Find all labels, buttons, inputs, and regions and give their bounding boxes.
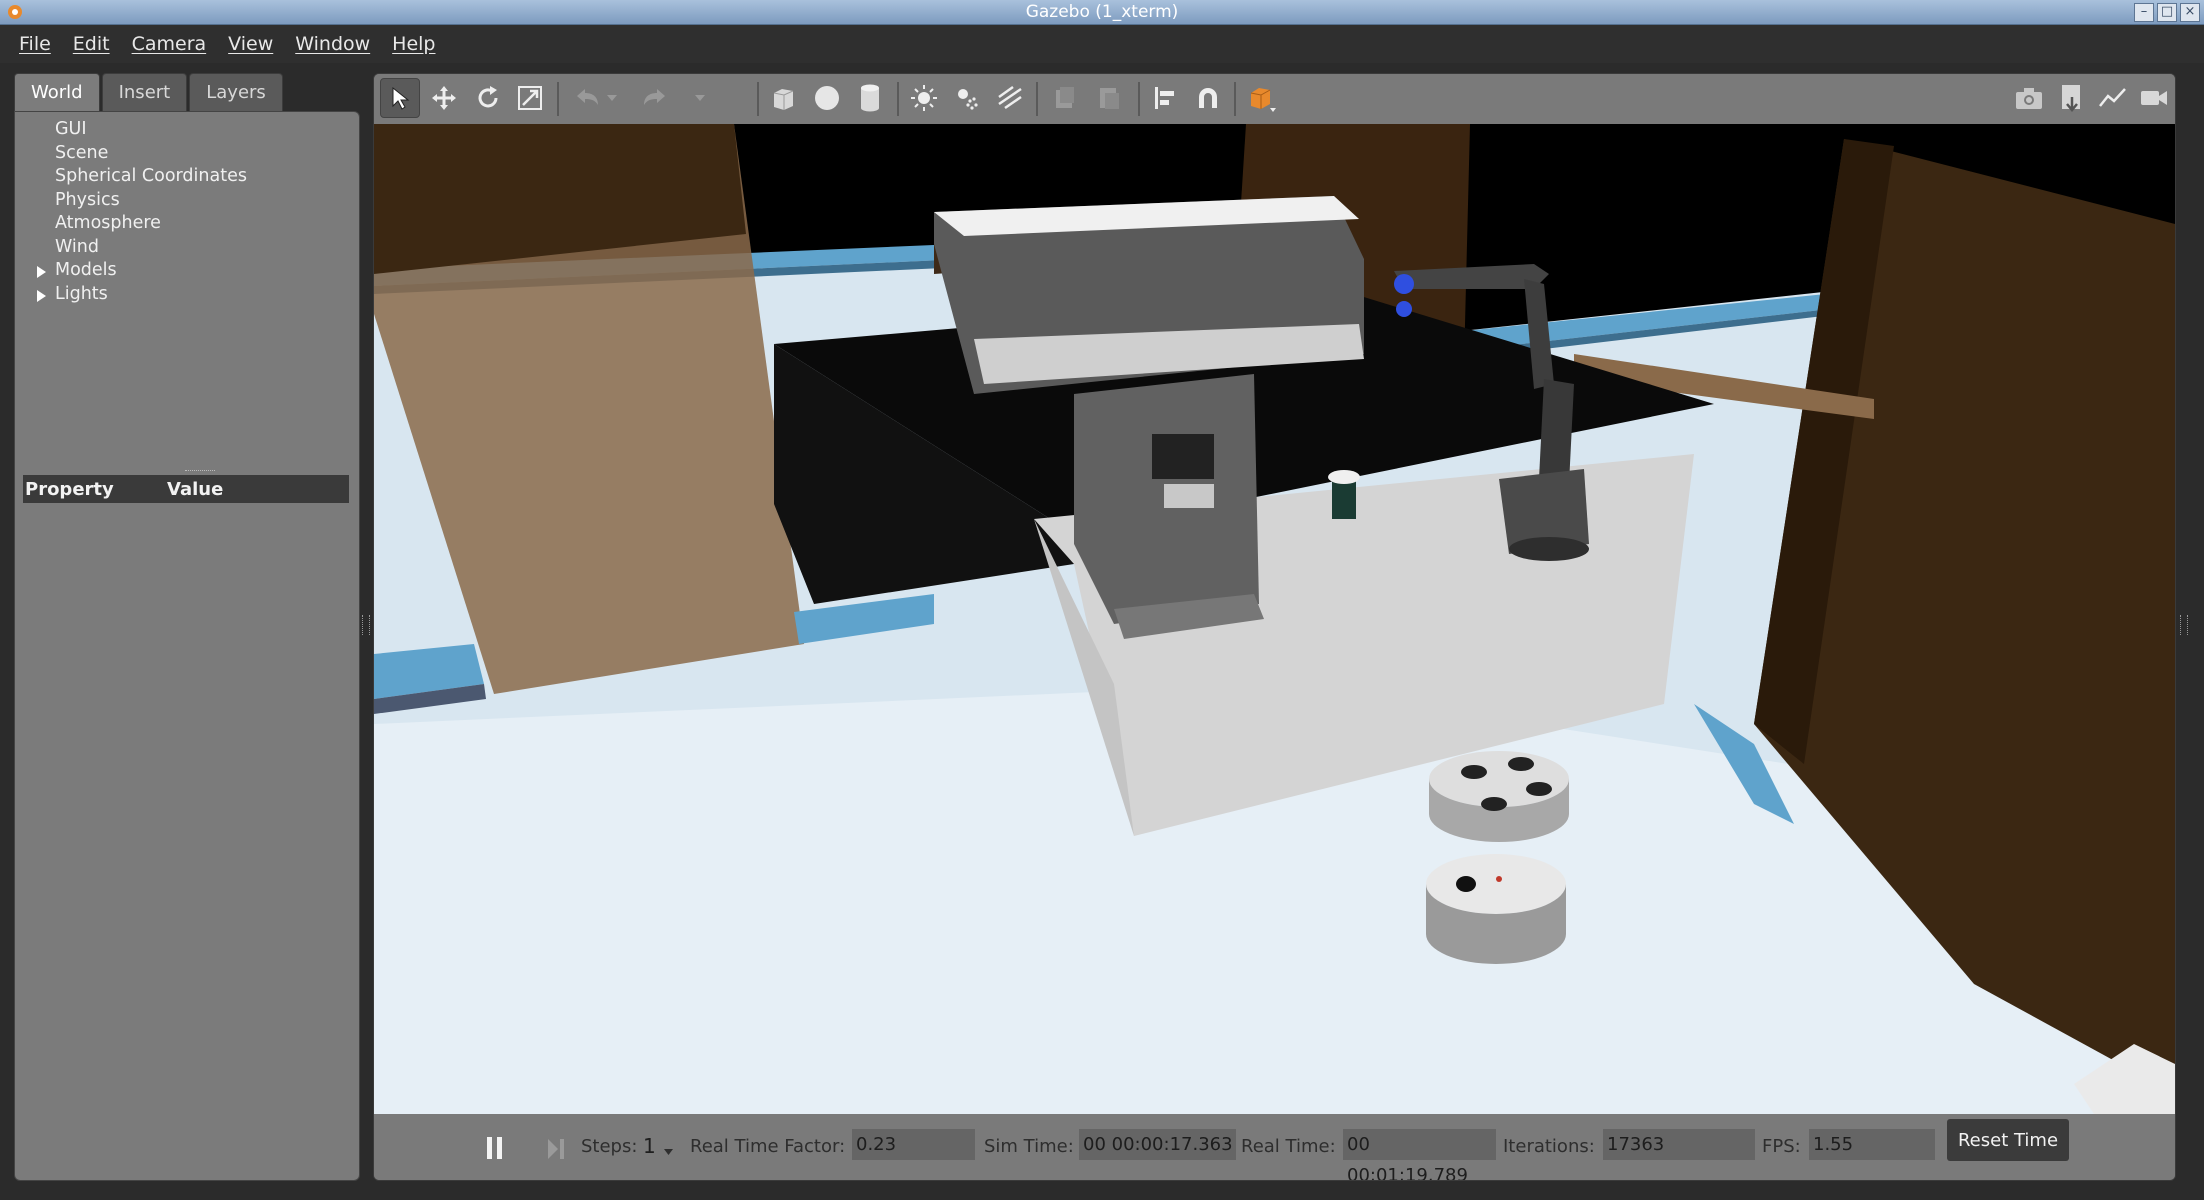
point-light-icon[interactable] bbox=[904, 78, 944, 118]
minimize-button[interactable]: – bbox=[2134, 3, 2154, 22]
right-panel-resize-handle[interactable] bbox=[2180, 615, 2188, 635]
real-time-label: Real Time: bbox=[1241, 1136, 1336, 1157]
steps-label: Steps: bbox=[581, 1136, 638, 1157]
tree-item-label: Atmosphere bbox=[55, 213, 161, 233]
simulation-status-bar: Steps: 1 Real Time Factor: 0.23 Sim Time… bbox=[374, 1114, 2175, 1180]
menu-file[interactable]: File bbox=[19, 33, 51, 55]
close-button[interactable]: × bbox=[2180, 3, 2200, 22]
log-icon[interactable] bbox=[2052, 78, 2092, 118]
toolbar-separator bbox=[1138, 82, 1140, 116]
tree-item-lights[interactable]: Lights bbox=[15, 283, 361, 307]
tree-item-spherical-coordinates[interactable]: Spherical Coordinates bbox=[15, 165, 361, 189]
value-column-header: Value bbox=[167, 478, 224, 500]
maximize-button[interactable]: □ bbox=[2157, 3, 2177, 22]
menubar: File Edit Camera View Window Help bbox=[0, 25, 2204, 63]
3d-scene[interactable] bbox=[374, 124, 2175, 1114]
steps-value[interactable]: 1 bbox=[643, 1134, 656, 1158]
menu-edit[interactable]: Edit bbox=[73, 33, 110, 55]
fps-label: FPS: bbox=[1762, 1136, 1801, 1157]
copy-icon[interactable] bbox=[1045, 78, 1085, 118]
window-title: Gazebo (1_xterm) bbox=[1025, 2, 1179, 22]
render-viewport: Steps: 1 Real Time Factor: 0.23 Sim Time… bbox=[373, 73, 2176, 1181]
tree-item-physics[interactable]: Physics bbox=[15, 189, 361, 213]
tree-item-label: Lights bbox=[55, 283, 108, 304]
steps-dropdown-icon[interactable] bbox=[664, 1149, 673, 1155]
translate-icon[interactable] bbox=[424, 78, 464, 118]
tab-insert[interactable]: Insert bbox=[101, 73, 188, 111]
toolbar-separator bbox=[897, 82, 899, 116]
step-button[interactable] bbox=[546, 1137, 566, 1161]
expand-arrow-icon[interactable] bbox=[37, 289, 46, 302]
window-titlebar: Gazebo (1_xterm) – □ × bbox=[0, 0, 2204, 25]
tree-item-models[interactable]: Models bbox=[15, 259, 361, 283]
iterations-label: Iterations: bbox=[1503, 1136, 1595, 1157]
real-time-factor-label: Real Time Factor: bbox=[690, 1136, 846, 1157]
fps-field: 1.55 bbox=[1809, 1129, 1935, 1160]
tree-item-wind[interactable]: Wind bbox=[15, 236, 361, 260]
cylinder-icon[interactable] bbox=[850, 78, 890, 118]
toolbar-separator bbox=[1036, 82, 1038, 116]
scale-icon[interactable] bbox=[510, 78, 550, 118]
tab-world[interactable]: World bbox=[14, 73, 100, 111]
tree-item-atmosphere[interactable]: Atmosphere bbox=[15, 212, 361, 236]
tree-item-label: Wind bbox=[55, 236, 99, 257]
world-tree: GUI Scene Spherical Coordinates Physics … bbox=[15, 118, 361, 306]
sim-time-label: Sim Time: bbox=[984, 1136, 1074, 1157]
snap-magnet-icon[interactable] bbox=[1188, 78, 1228, 118]
select-arrow-icon[interactable] bbox=[380, 78, 420, 118]
menu-camera[interactable]: Camera bbox=[132, 33, 207, 55]
left-panel-tabs: World Insert Layers bbox=[14, 73, 360, 111]
menu-view[interactable]: View bbox=[228, 33, 273, 55]
toolbar-separator bbox=[1234, 82, 1236, 116]
toolbar bbox=[374, 74, 2175, 124]
tree-item-label: Spherical Coordinates bbox=[55, 166, 247, 186]
property-column-header: Property bbox=[25, 478, 114, 500]
tree-item-label: Scene bbox=[55, 142, 109, 163]
toolbar-separator bbox=[557, 82, 559, 116]
tree-item-label: Physics bbox=[55, 189, 120, 210]
real-time-factor-field: 0.23 bbox=[852, 1129, 975, 1160]
rotate-icon[interactable] bbox=[468, 78, 508, 118]
toolbar-separator bbox=[757, 82, 759, 116]
left-panel: World Insert Layers GUI Scene Spherical … bbox=[14, 73, 360, 1181]
reset-time-button[interactable]: Reset Time bbox=[1947, 1119, 2069, 1161]
menu-window[interactable]: Window bbox=[295, 33, 370, 55]
redo-dropdown-icon[interactable] bbox=[690, 78, 710, 118]
iterations-field: 17363 bbox=[1603, 1129, 1755, 1160]
pause-button[interactable] bbox=[487, 1137, 502, 1159]
directional-light-icon[interactable] bbox=[990, 78, 1030, 118]
sphere-icon[interactable] bbox=[807, 78, 847, 118]
expand-arrow-icon[interactable] bbox=[37, 266, 46, 278]
spot-light-icon[interactable] bbox=[947, 78, 987, 118]
view-angle-icon[interactable] bbox=[1242, 78, 1282, 118]
tree-item-gui[interactable]: GUI bbox=[15, 118, 361, 142]
align-icon[interactable] bbox=[1145, 78, 1185, 118]
tree-item-scene[interactable]: Scene bbox=[15, 142, 361, 166]
world-panel: GUI Scene Spherical Coordinates Physics … bbox=[14, 111, 360, 1181]
redo-icon[interactable] bbox=[636, 78, 676, 118]
tab-layers[interactable]: Layers bbox=[189, 73, 283, 111]
property-table-header: Property Value bbox=[23, 475, 349, 503]
real-time-field: 00 00:01:19.789 bbox=[1343, 1129, 1496, 1180]
menu-help[interactable]: Help bbox=[392, 33, 435, 55]
tree-item-label: Models bbox=[55, 260, 117, 280]
undo-icon[interactable] bbox=[566, 78, 606, 118]
record-video-icon[interactable] bbox=[2134, 78, 2174, 118]
screenshot-icon[interactable] bbox=[2009, 78, 2049, 118]
undo-dropdown-icon[interactable] bbox=[602, 78, 622, 118]
plot-icon[interactable] bbox=[2093, 78, 2133, 118]
left-panel-resize-handle[interactable] bbox=[362, 615, 370, 635]
box-icon[interactable] bbox=[763, 78, 803, 118]
paste-icon[interactable] bbox=[1089, 78, 1129, 118]
sim-time-field: 00 00:00:17.363 bbox=[1079, 1129, 1236, 1160]
tree-item-label: GUI bbox=[55, 119, 87, 139]
